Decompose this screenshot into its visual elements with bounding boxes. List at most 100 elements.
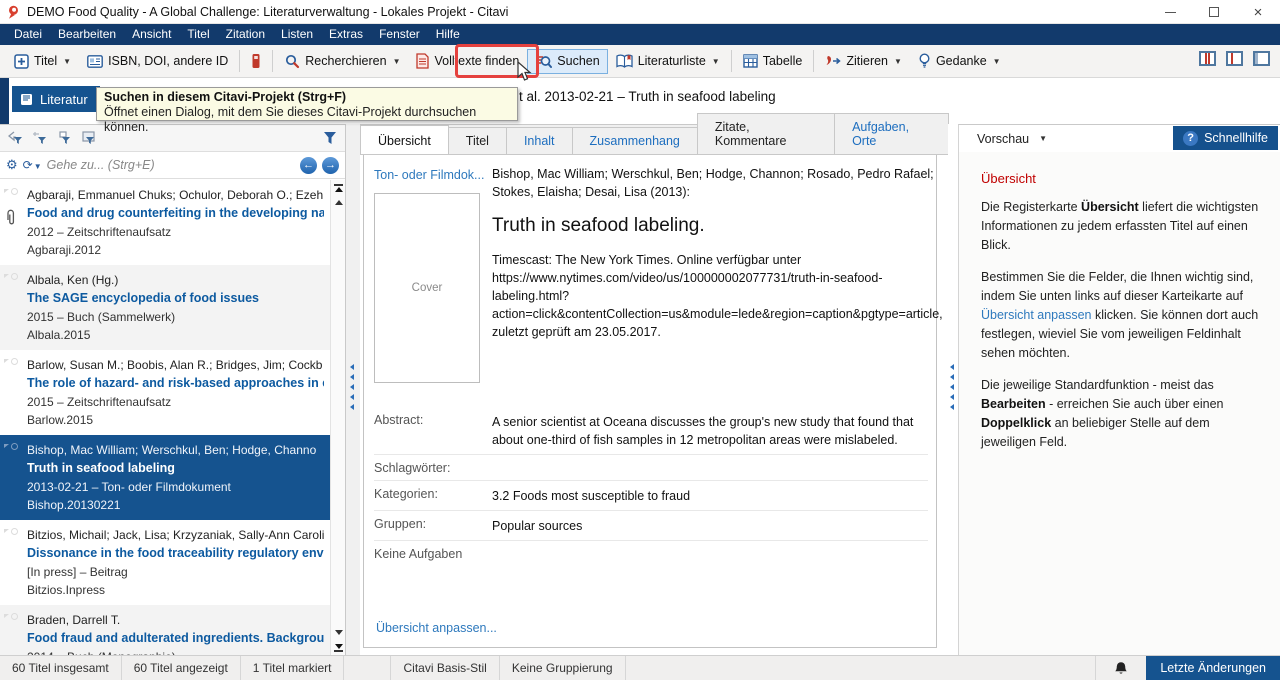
literaturliste-button[interactable]: Literaturliste▼ [608, 49, 728, 73]
field-tasks[interactable]: Keine Aufgaben [374, 540, 928, 566]
back-button[interactable]: ← [300, 157, 317, 174]
left-splitter[interactable] [346, 124, 360, 655]
schnellhilfe-button[interactable]: ? Schnellhilfe [1173, 126, 1278, 150]
item-authors: Agbaraji, Emmanuel Chuks; Ochulor, Debor… [27, 186, 324, 204]
menu-item-datei[interactable]: Datei [6, 24, 50, 45]
menu-item-ansicht[interactable]: Ansicht [124, 24, 179, 45]
toolbar-separator [239, 50, 240, 72]
field-label: Schlagwörter: [374, 461, 492, 475]
recherchieren-button[interactable]: Recherchieren▼ [276, 48, 408, 74]
filter-page-icon[interactable] [80, 131, 96, 145]
reference-title[interactable]: Truth in seafood labeling. [492, 215, 944, 237]
item-authors: Barlow, Susan M.; Boobis, Alan R.; Bridg… [27, 356, 324, 374]
layout-three-pane-icon[interactable] [1199, 51, 1216, 66]
literatur-nav-tab[interactable]: Literatur [12, 86, 100, 112]
row-status-icons [4, 443, 18, 450]
forward-button[interactable]: → [322, 157, 339, 174]
filter-checkbox-icon[interactable] [56, 131, 71, 145]
list-item[interactable]: Braden, Darrell T. Food fraud and adulte… [0, 605, 330, 655]
tabelle-icon [743, 54, 758, 68]
status-middle-group: Citavi Basis-Stil Keine Gruppierung [390, 656, 625, 680]
field-keywords[interactable]: Schlagwörter: [374, 454, 928, 480]
flag-icon [4, 274, 9, 278]
menu-item-extras[interactable]: Extras [321, 24, 371, 45]
help-panel-header: Vorschau ▼ ? Schnellhilfe [959, 125, 1280, 152]
field-label: Kategorien: [374, 487, 492, 505]
minimize-button[interactable] [1148, 0, 1192, 24]
list-item[interactable]: Agbaraji, Emmanuel Chuks; Ochulor, Debor… [0, 180, 330, 265]
close-button[interactable]: × [1236, 0, 1280, 24]
layout-two-pane-icon[interactable] [1226, 51, 1243, 66]
scroll-up-button[interactable] [331, 195, 346, 210]
suchen-button[interactable]: Suchen [527, 49, 607, 74]
tab-aufgaben-orte[interactable]: Aufgaben, Orte [834, 113, 949, 154]
list-scrollbar[interactable] [330, 180, 345, 655]
import-icon [251, 53, 261, 69]
restore-icon [1209, 7, 1219, 17]
list-item-selected[interactable]: Bishop, Mac William; Werschkul, Ben; Hod… [0, 435, 330, 520]
right-splitter[interactable] [948, 124, 958, 655]
right-collapse-handle[interactable] [950, 364, 954, 410]
sync-settings-icon[interactable]: ⟳▼ [23, 158, 42, 172]
field-groups[interactable]: Gruppen: Popular sources [374, 510, 928, 540]
tabelle-button[interactable]: Tabelle [735, 49, 811, 73]
menu-item-zitation[interactable]: Zitation [218, 24, 273, 45]
dropdown-caret-icon: ▼ [993, 57, 1001, 66]
overview-fields: Abstract: A senior scientist at Oceana d… [374, 407, 928, 566]
field-abstract[interactable]: Abstract: A senior scientist at Oceana d… [374, 407, 928, 454]
scroll-jump-top-button[interactable] [331, 180, 346, 195]
menu-item-fenster[interactable]: Fenster [371, 24, 428, 45]
gedanke-button[interactable]: Gedanke▼ [910, 48, 1009, 74]
item-citekey: Agbaraji.2012 [27, 241, 324, 259]
goto-input[interactable] [47, 158, 295, 172]
letzte-aenderungen-button[interactable]: Letzte Änderungen [1146, 656, 1280, 680]
zitieren-button[interactable]: Zitieren▼ [817, 49, 910, 73]
document-type-link[interactable]: Ton- oder Filmdok... [374, 168, 484, 182]
menu-item-listen[interactable]: Listen [273, 24, 321, 45]
list-item[interactable]: Bitzios, Michail; Jack, Lisa; Krzyzaniak… [0, 520, 330, 605]
status-grouping[interactable]: Keine Gruppierung [500, 656, 626, 680]
cover-placeholder[interactable]: Cover [374, 193, 480, 383]
menu-item-bearbeiten[interactable]: Bearbeiten [50, 24, 124, 45]
gear-icon[interactable]: ⚙ [6, 157, 18, 173]
list-item[interactable]: Albala, Ken (Hg.) The SAGE encyclopedia … [0, 265, 330, 350]
uebersicht-anpassen-link[interactable]: Übersicht anpassen [981, 308, 1091, 322]
field-categories[interactable]: Kategorien: 3.2 Foods most susceptible t… [374, 480, 928, 510]
tab-inhalt[interactable]: Inhalt [506, 127, 573, 154]
goto-bar: ⚙ ⟳▼ ← → [0, 152, 345, 179]
import-button[interactable] [243, 48, 269, 74]
citation-authors[interactable]: Bishop, Mac William; Werschkul, Ben; Hod… [492, 165, 944, 201]
menu-item-titel[interactable]: Titel [179, 24, 217, 45]
tab-zitate-kommentare[interactable]: Zitate, Kommentare [697, 113, 835, 154]
isbn-doi-button[interactable]: ISBN, DOI, andere ID [79, 49, 236, 73]
vorschau-selector[interactable]: Vorschau [977, 132, 1029, 146]
notifications-button[interactable] [1095, 656, 1146, 680]
tab-zusammenhang[interactable]: Zusammenhang [572, 127, 698, 154]
add-title-button[interactable]: Titel▼ [6, 49, 79, 74]
menu-item-hilfe[interactable]: Hilfe [428, 24, 468, 45]
reference-source[interactable]: Timescast: The New York Times. Online ve… [492, 251, 944, 341]
item-citekey: Bitzios.Inpress [27, 581, 324, 599]
zitieren-label: Zitieren [846, 54, 888, 68]
citation-block: Bishop, Mac William; Werschkul, Ben; Hod… [492, 165, 944, 341]
suchen-label: Suchen [557, 54, 599, 68]
item-title: Food fraud and adulterated ingredients. … [27, 629, 324, 648]
flag-icon [4, 529, 9, 533]
item-authors: Braden, Darrell T. [27, 611, 324, 629]
customize-overview-link[interactable]: Übersicht anpassen... [376, 621, 497, 635]
toolbar-separator [731, 50, 732, 72]
toolbar-separator [272, 50, 273, 72]
scroll-jump-bottom-button[interactable] [331, 640, 346, 655]
scroll-down-button[interactable] [331, 625, 346, 640]
nav-edge-strip [0, 78, 9, 124]
filter-link-icon[interactable] [32, 131, 47, 145]
restore-button[interactable] [1192, 0, 1236, 24]
volltexte-icon [416, 53, 429, 69]
layout-one-pane-icon[interactable] [1253, 51, 1270, 66]
item-title: Dissonance in the food traceability regu… [27, 544, 324, 563]
left-collapse-handle[interactable] [350, 364, 354, 410]
status-citation-style[interactable]: Citavi Basis-Stil [391, 656, 499, 680]
field-value: A senior scientist at Oceana discusses t… [492, 413, 928, 449]
list-item[interactable]: Barlow, Susan M.; Boobis, Alan R.; Bridg… [0, 350, 330, 435]
filter-selection-icon[interactable] [8, 131, 23, 145]
